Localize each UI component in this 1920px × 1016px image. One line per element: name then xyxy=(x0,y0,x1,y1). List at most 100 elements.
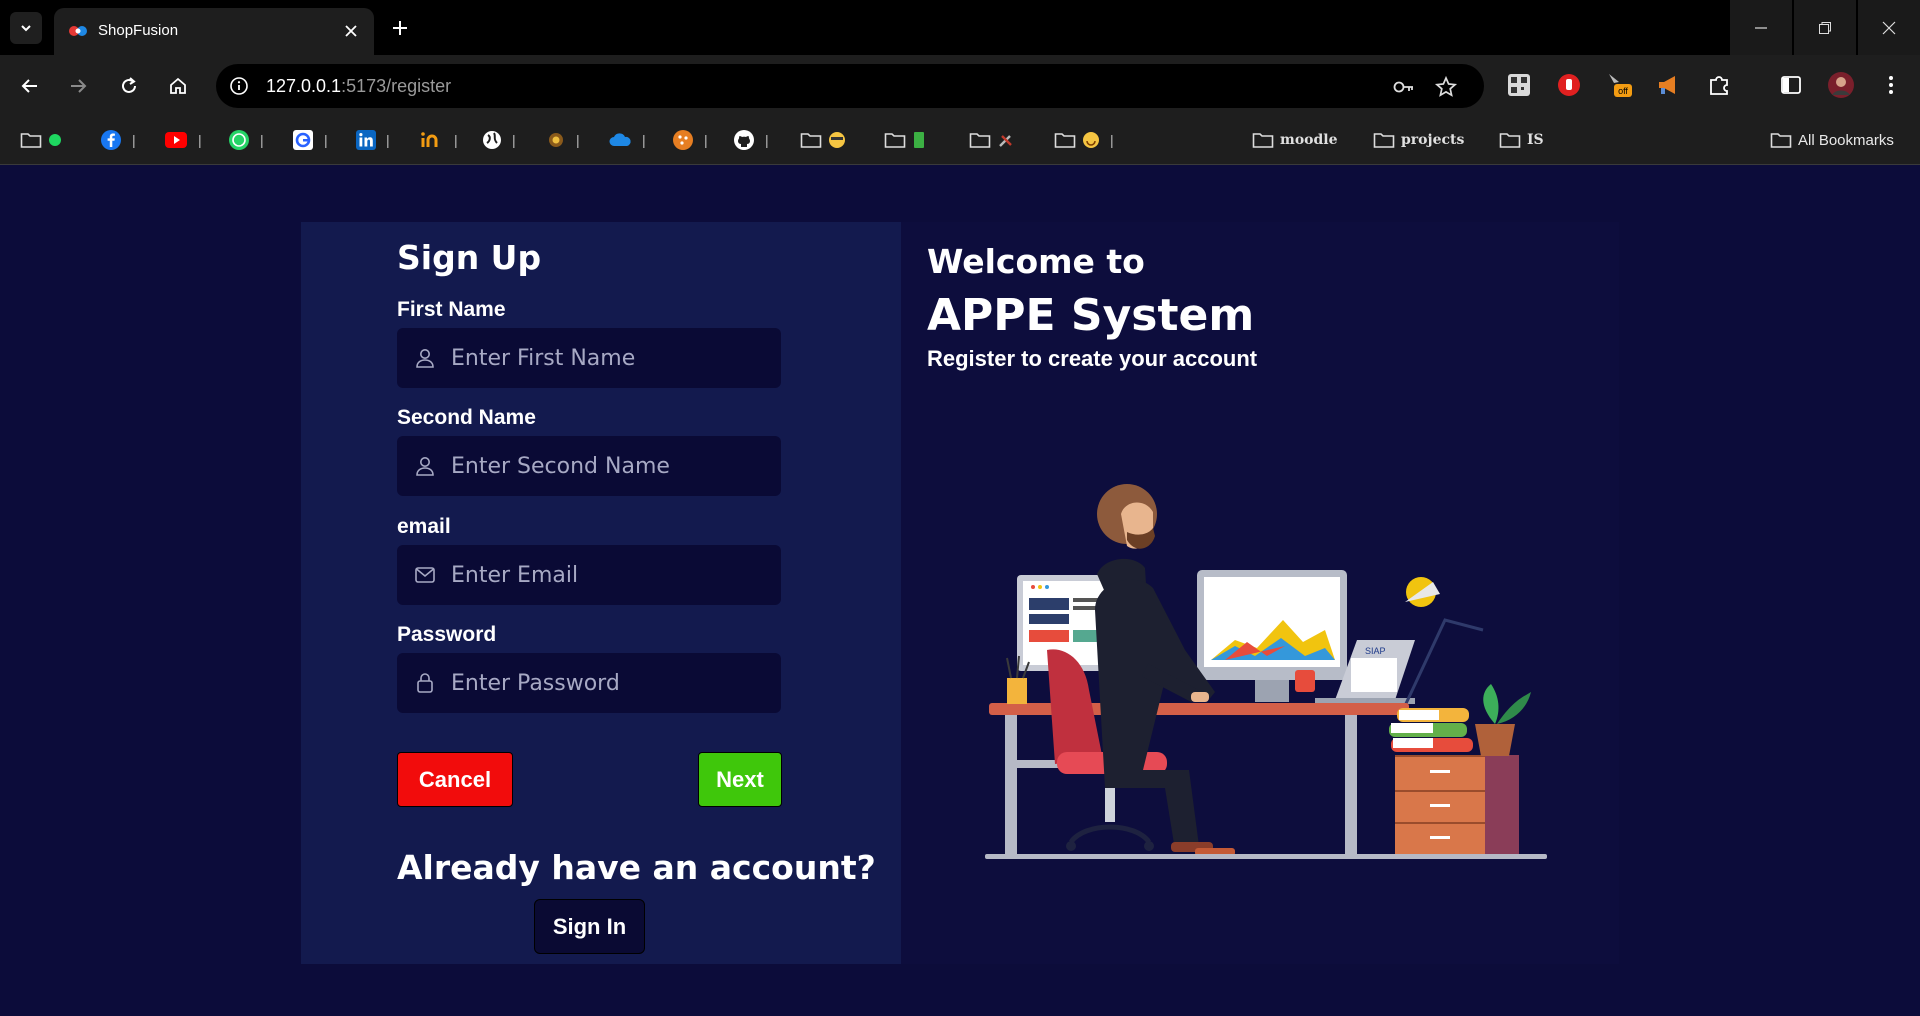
close-window-button[interactable] xyxy=(1858,0,1920,55)
profile-button[interactable] xyxy=(1826,70,1856,100)
forward-button[interactable] xyxy=(61,69,95,103)
second-name-input[interactable] xyxy=(451,436,771,496)
folder-icon xyxy=(1252,133,1274,148)
bookmark-separator: | xyxy=(198,132,202,148)
hand-stop-icon xyxy=(1558,74,1580,96)
folder-icon xyxy=(1499,133,1521,148)
bookmark-globe[interactable]: | xyxy=(482,128,516,152)
cancel-button[interactable]: Cancel xyxy=(397,752,513,807)
register-card: Sign Up First Name Second Name email Pas… xyxy=(301,222,1619,964)
off-extension[interactable]: off xyxy=(1604,70,1634,100)
tab-close-button[interactable] xyxy=(340,20,362,42)
bookmark-linkedin[interactable]: | xyxy=(356,128,390,152)
next-button[interactable]: Next xyxy=(698,752,782,807)
restore-button[interactable] xyxy=(1794,0,1856,55)
bookmark-folder-5[interactable]: | xyxy=(1054,128,1114,152)
bookmark-separator: | xyxy=(132,132,136,148)
bookmark-whatsapp[interactable]: | xyxy=(228,128,264,152)
email-field xyxy=(397,545,781,605)
arrow-left-icon xyxy=(21,79,37,93)
welcome-panel: Welcome to APPE System Register to creat… xyxy=(901,222,1619,964)
sign-in-button[interactable]: Sign In xyxy=(534,899,645,954)
bookmark-emblem[interactable]: | xyxy=(546,128,580,152)
bookmark-in-site[interactable]: | xyxy=(420,128,458,152)
window-controls xyxy=(1728,0,1920,55)
first-name-input[interactable] xyxy=(451,328,771,388)
laptop-screen-text: SIAP xyxy=(1365,646,1386,656)
email-input[interactable] xyxy=(451,545,771,605)
bookmark-onedrive[interactable]: | xyxy=(608,128,646,152)
extension-grid-icon[interactable] xyxy=(1504,70,1534,100)
second-name-label: Second Name xyxy=(397,406,536,429)
tab-search-button[interactable] xyxy=(10,12,42,44)
bookmark-separator: | xyxy=(704,132,708,148)
bookmark-separator: | xyxy=(765,132,769,148)
bookmark-facebook[interactable]: | xyxy=(100,128,136,152)
arrow-right-icon xyxy=(71,79,87,93)
bookmark-separator: | xyxy=(324,132,328,148)
cloud-icon xyxy=(609,133,631,146)
person-at-desk-illustration: SIAP xyxy=(985,484,1547,859)
g-logo-icon xyxy=(293,130,313,150)
active-tab[interactable]: ShopFusion xyxy=(54,8,374,55)
bookmark-folder-3[interactable] xyxy=(884,128,926,152)
bookmark-folder-projects[interactable]: projects xyxy=(1373,128,1464,152)
user-icon xyxy=(416,457,434,476)
adblock-extension[interactable] xyxy=(1554,70,1584,100)
bookmark-folder-2[interactable] xyxy=(800,128,846,152)
github-icon xyxy=(734,130,754,150)
more-vertical-icon xyxy=(1889,76,1893,94)
avatar xyxy=(1828,72,1854,98)
plus-icon xyxy=(393,21,407,35)
bookmark-cookie[interactable]: | xyxy=(672,128,708,152)
bookmark-folder-4[interactable] xyxy=(969,128,1015,152)
all-bookmarks-button[interactable]: All Bookmarks xyxy=(1770,128,1894,152)
bookmarks-bar: | | | | | | | | | | | | moodle projects … xyxy=(0,117,1920,165)
welcome-heading: Welcome to xyxy=(927,242,1145,281)
bookmark-separator: | xyxy=(642,132,646,148)
megaphone-icon xyxy=(1659,76,1675,94)
bookmark-separator: | xyxy=(386,132,390,148)
bookmark-separator: | xyxy=(1110,132,1114,148)
bookmark-folder-moodle[interactable]: moodle xyxy=(1252,128,1338,152)
info-icon[interactable] xyxy=(228,75,250,97)
key-icon[interactable] xyxy=(1392,75,1416,99)
megaphone-extension[interactable] xyxy=(1654,70,1684,100)
bookmark-folder-1[interactable] xyxy=(20,128,62,152)
bookmark-folder-is[interactable]: IS xyxy=(1499,128,1544,152)
side-panel-button[interactable] xyxy=(1776,70,1806,100)
back-button[interactable] xyxy=(13,69,47,103)
bookmark-youtube[interactable]: | xyxy=(164,128,202,152)
first-name-field xyxy=(397,328,781,388)
shopfusion-favicon-icon xyxy=(69,26,87,36)
bookmark-folder-label: moodle xyxy=(1280,132,1338,148)
folder-icon xyxy=(800,133,822,148)
minimize-button[interactable] xyxy=(1730,0,1792,55)
bookmark-separator: | xyxy=(512,132,516,148)
email-label: email xyxy=(397,515,451,538)
address-bar[interactable]: 127.0.0.1:5173/register xyxy=(216,64,1484,108)
new-tab-button[interactable] xyxy=(384,12,416,44)
already-have-account-text: Already have an account? xyxy=(397,848,876,887)
bookmark-folder-label: projects xyxy=(1401,132,1465,148)
browser-menu-button[interactable] xyxy=(1876,70,1906,100)
bookmark-g-site[interactable]: | xyxy=(292,128,328,152)
signup-form-panel: Sign Up First Name Second Name email Pas… xyxy=(301,222,901,964)
emoji-smile-icon xyxy=(1083,132,1099,148)
whatsapp-icon xyxy=(229,130,249,150)
password-input[interactable] xyxy=(451,653,771,713)
side-panel-icon xyxy=(1781,76,1801,94)
bookmark-github[interactable]: | xyxy=(733,128,769,152)
folder-icon xyxy=(20,133,42,148)
folder-icon xyxy=(1770,133,1792,148)
home-button[interactable] xyxy=(161,69,195,103)
second-name-field xyxy=(397,436,781,496)
reload-button[interactable] xyxy=(112,69,146,103)
extensions-button[interactable] xyxy=(1704,70,1734,100)
system-name: APPE System xyxy=(927,290,1255,341)
close-icon xyxy=(1882,21,1896,34)
user-icon xyxy=(416,349,434,368)
linkedin-icon xyxy=(356,130,376,150)
folder-icon xyxy=(969,133,991,148)
star-icon[interactable] xyxy=(1434,75,1458,99)
